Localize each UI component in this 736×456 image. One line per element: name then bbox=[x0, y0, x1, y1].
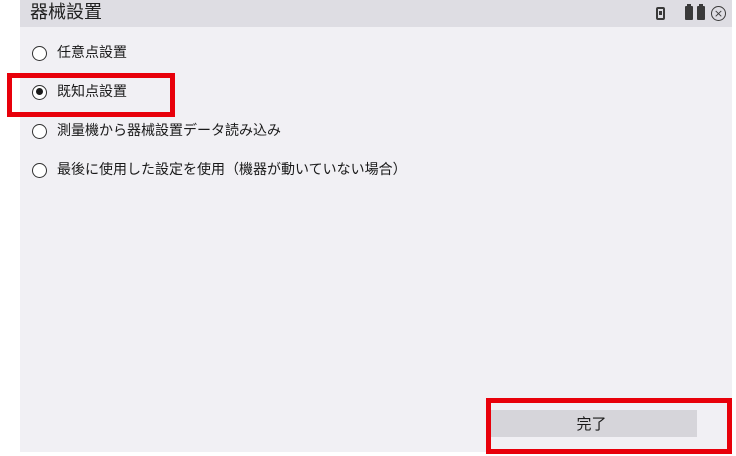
battery-icon bbox=[685, 4, 693, 20]
option-label: 既知点設置 bbox=[57, 84, 127, 100]
close-icon[interactable]: × bbox=[711, 5, 726, 21]
radio-button-selected[interactable] bbox=[32, 84, 47, 100]
instrument-setup-dialog: 器械設置 × 任意点設置 既知点設置 測量機から器械設置データ読み込み 最後に使… bbox=[20, 0, 732, 452]
option-known-point-setup[interactable]: 既知点設置 bbox=[32, 81, 127, 103]
memory-card-icon bbox=[656, 6, 665, 20]
radio-button[interactable] bbox=[32, 45, 47, 61]
option-use-last-settings[interactable]: 最後に使用した設定を使用（機器が動いていない場合） bbox=[32, 159, 407, 181]
title-bar: 器械設置 × bbox=[20, 0, 732, 27]
radio-button[interactable] bbox=[32, 123, 47, 139]
dialog-title: 器械設置 bbox=[30, 2, 102, 23]
done-button[interactable]: 完了 bbox=[486, 410, 697, 437]
option-label: 最後に使用した設定を使用（機器が動いていない場合） bbox=[57, 162, 407, 178]
status-icons: × bbox=[656, 4, 726, 22]
option-arbitrary-point-setup[interactable]: 任意点設置 bbox=[32, 42, 127, 64]
option-label: 任意点設置 bbox=[57, 45, 127, 61]
option-label: 測量機から器械設置データ読み込み bbox=[57, 123, 281, 139]
battery-icon bbox=[697, 4, 705, 20]
option-load-from-instrument[interactable]: 測量機から器械設置データ読み込み bbox=[32, 120, 281, 142]
radio-button[interactable] bbox=[32, 162, 47, 178]
